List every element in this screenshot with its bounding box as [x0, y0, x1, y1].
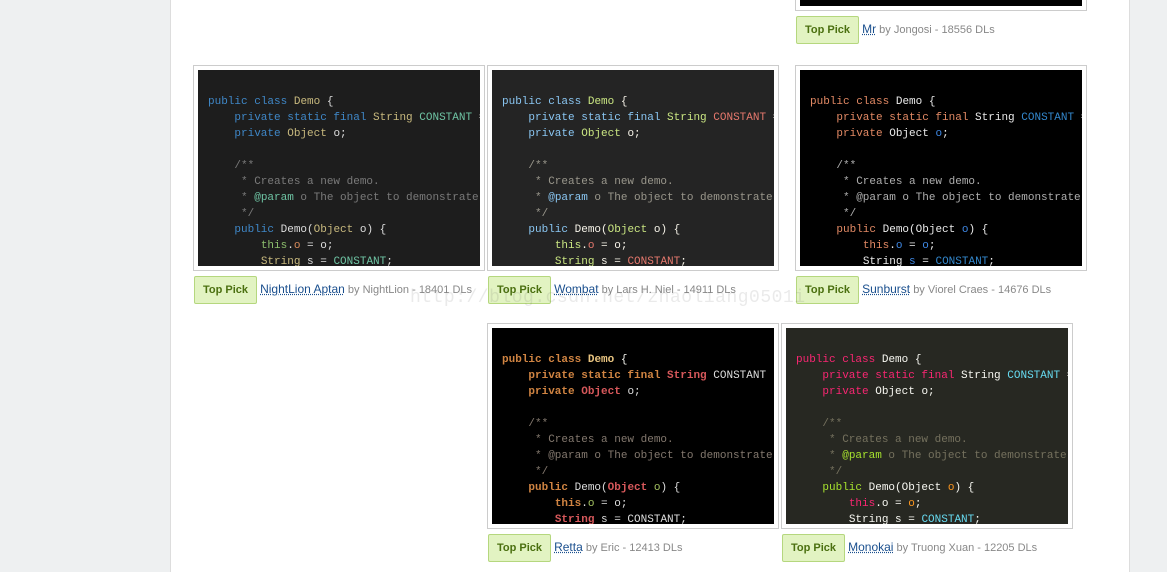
- code-preview: public class Demo { private static final…: [488, 324, 778, 528]
- theme-card-sunburst: public class Demo { private static final…: [796, 66, 1086, 304]
- code-preview: public class Demo { private static final…: [194, 66, 484, 270]
- theme-meta: Top Pick Monokai by Truong Xuan - 12205 …: [782, 534, 1072, 562]
- theme-name-link[interactable]: Mr: [862, 22, 876, 36]
- theme-name-link[interactable]: Wombat: [554, 282, 598, 296]
- theme-card-nightlion: public class Demo { private static final…: [194, 66, 484, 304]
- theme-author: by Eric - 12413 DLs: [586, 542, 683, 554]
- theme-card-monokai: public class Demo { private static final…: [782, 324, 1072, 562]
- top-pick-badge: Top Pick: [796, 16, 859, 44]
- theme-meta: Top Pick Mr by Jongosi - 18556 DLs: [796, 16, 1086, 44]
- theme-card-retta: public class Demo { private static final…: [488, 324, 778, 562]
- theme-meta: Top Pick Wombat by Lars H. Niel - 14911 …: [488, 276, 778, 304]
- code-preview: public class Demo { private static final…: [796, 66, 1086, 270]
- theme-meta: Top Pick Retta by Eric - 12413 DLs: [488, 534, 778, 562]
- code-preview: int i = 1;: [796, 0, 1086, 10]
- theme-author: by Viorel Craes - 14676 DLs: [913, 284, 1051, 296]
- code-preview: public class Demo { private static final…: [488, 66, 778, 270]
- theme-author: by Jongosi - 18556 DLs: [879, 24, 995, 36]
- code-preview: public class Demo { private static final…: [782, 324, 1072, 528]
- theme-name-link[interactable]: Retta: [554, 540, 583, 554]
- theme-name-link[interactable]: Monokai: [848, 540, 893, 554]
- top-pick-badge: Top Pick: [488, 276, 551, 304]
- top-pick-badge: Top Pick: [194, 276, 257, 304]
- theme-name-link[interactable]: NightLion Aptan: [260, 282, 345, 296]
- theme-meta: Top Pick Sunburst by Viorel Craes - 1467…: [796, 276, 1086, 304]
- theme-author: by NightLion - 18401 DLs: [348, 284, 472, 296]
- theme-author: by Lars H. Niel - 14911 DLs: [602, 284, 736, 296]
- theme-name-link[interactable]: Sunburst: [862, 282, 910, 296]
- theme-author: by Truong Xuan - 12205 DLs: [897, 542, 1038, 554]
- top-pick-badge: Top Pick: [796, 276, 859, 304]
- top-pick-badge: Top Pick: [782, 534, 845, 562]
- theme-meta: Top Pick NightLion Aptan by NightLion - …: [194, 276, 484, 304]
- theme-card-mr: int i = 1; Top Pick Mr by Jongosi - 1855…: [796, 0, 1086, 44]
- top-pick-badge: Top Pick: [488, 534, 551, 562]
- theme-card-wombat: public class Demo { private static final…: [488, 66, 778, 304]
